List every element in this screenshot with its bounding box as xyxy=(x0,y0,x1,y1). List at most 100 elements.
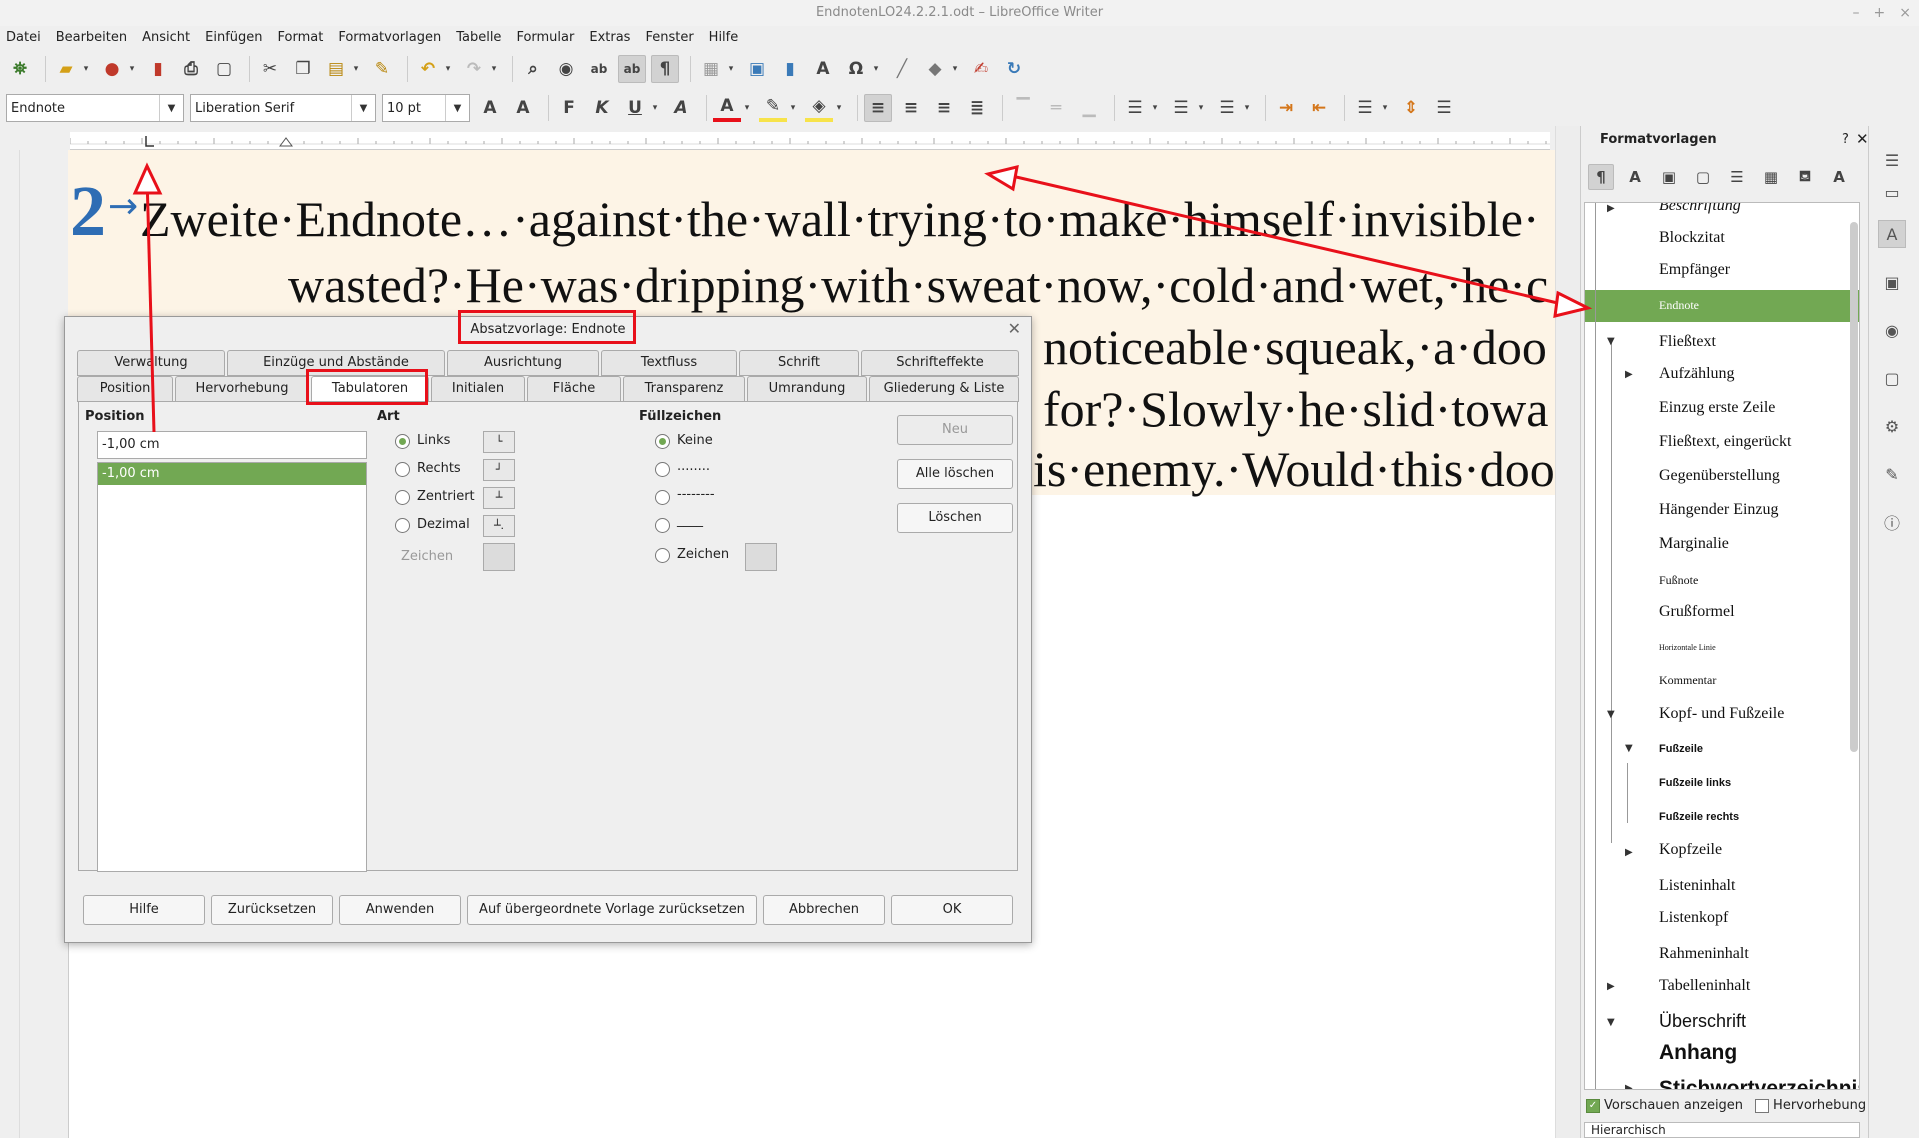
special-char-dropdown-icon[interactable]: ▾ xyxy=(870,55,882,83)
chevron-down-icon[interactable]: ▼ xyxy=(445,95,469,121)
expand-icon[interactable]: ▶ xyxy=(1607,203,1615,214)
open-folder-icon[interactable]: ▰ xyxy=(52,55,80,83)
style-item[interactable]: Empfänger xyxy=(1659,261,1730,279)
document-line-2[interactable]: wasted?·He·was·dripping·with·sweat·now,·… xyxy=(288,256,1548,314)
align-left-icon[interactable]: ≡ xyxy=(864,94,892,122)
style-list-scrollbar[interactable] xyxy=(1850,222,1858,752)
dialog-close-icon[interactable]: ✕ xyxy=(1008,319,1021,338)
menu-formular[interactable]: Formular xyxy=(516,30,574,45)
menu-fenster[interactable]: Fenster xyxy=(645,30,693,45)
menu-datei[interactable]: Datei xyxy=(6,30,41,45)
insert-image-icon[interactable]: ▣ xyxy=(743,55,771,83)
tab-hervorhebung[interactable]: Hervorhebung xyxy=(175,376,309,402)
frame-styles-icon[interactable]: ▣ xyxy=(1656,164,1682,190)
new-style-icon[interactable]: A xyxy=(1826,164,1852,190)
shading-dropdown-icon[interactable]: ▾ xyxy=(833,94,845,122)
bullet-list-icon[interactable]: ☰ xyxy=(1121,94,1149,122)
document-line-5[interactable]: is·enemy.·Would·this·doo xyxy=(1033,440,1555,498)
fill-dashes-radio[interactable] xyxy=(655,490,670,505)
character-shading-icon[interactable]: ◈ xyxy=(805,94,833,122)
shapes-dropdown-icon[interactable]: ▾ xyxy=(949,55,961,83)
page-deck-icon[interactable]: ▢ xyxy=(1878,364,1906,392)
paragraph-styles-icon[interactable]: ¶ xyxy=(1588,164,1614,190)
clone-formatting-icon[interactable]: ✎ xyxy=(368,55,396,83)
highlight-color-icon[interactable]: ✎ xyxy=(759,94,787,122)
style-item[interactable]: Kommentar xyxy=(1659,673,1716,688)
position-input[interactable]: -1,00 cm xyxy=(97,431,367,459)
manage-changes-deck-icon[interactable]: ✎ xyxy=(1878,460,1906,488)
style-item[interactable]: Gegenüberstellung xyxy=(1659,467,1780,485)
hilfe-button[interactable]: Hilfe xyxy=(83,895,205,925)
style-list[interactable]: ▶ Beschriftung Blockzitat Empfänger Endn… xyxy=(1584,202,1860,1090)
reset-to-parent-button[interactable]: Auf übergeordnete Vorlage zurücksetzen xyxy=(467,895,757,925)
copy-icon[interactable]: ❐ xyxy=(289,55,317,83)
fill-zeichen-radio[interactable] xyxy=(655,548,670,563)
table-styles-icon[interactable]: ▦ xyxy=(1758,164,1784,190)
underline-dropdown-icon[interactable]: ▾ xyxy=(649,94,661,122)
highlight-dropdown-icon[interactable]: ▾ xyxy=(787,94,799,122)
style-item[interactable]: Fußnote xyxy=(1659,573,1698,588)
redo-icon[interactable]: ↷ xyxy=(460,55,488,83)
font-color-dropdown-icon[interactable]: ▾ xyxy=(741,94,753,122)
style-item[interactable]: Beschriftung xyxy=(1659,203,1741,215)
collapse-icon[interactable]: ▼ xyxy=(1607,1017,1615,1028)
navigator-icon[interactable]: ⛯ xyxy=(6,55,34,83)
increase-indent-icon[interactable]: ⇥ xyxy=(1272,94,1300,122)
line-spacing-dropdown-icon[interactable]: ▾ xyxy=(1379,94,1391,122)
properties-deck-icon[interactable]: ▭ xyxy=(1878,178,1906,206)
insert-chart-icon[interactable]: ▮ xyxy=(776,55,804,83)
align-middle-icon[interactable]: ═ xyxy=(1042,94,1070,122)
style-filter-select[interactable]: Hierarchisch xyxy=(1584,1122,1860,1138)
preview-checkbox[interactable]: ✓ xyxy=(1586,1098,1600,1113)
art-rechts-radio[interactable] xyxy=(395,462,410,477)
horizontal-ruler[interactable] xyxy=(69,132,1550,150)
align-right-icon[interactable]: ≡ xyxy=(930,94,958,122)
style-item[interactable]: Marginalie xyxy=(1659,535,1729,553)
style-item[interactable]: Listenkopf xyxy=(1659,909,1728,927)
basic-shapes-icon[interactable]: ◆ xyxy=(921,55,949,83)
page-styles-icon[interactable]: ▢ xyxy=(1690,164,1716,190)
fill-dots-radio[interactable] xyxy=(655,462,670,477)
style-item[interactable]: Tabelleninhalt xyxy=(1659,977,1750,995)
spelling-icon[interactable]: ◉ xyxy=(552,55,580,83)
expand-icon[interactable]: ▶ xyxy=(1625,847,1633,858)
position-list-item[interactable]: -1,00 cm xyxy=(98,463,366,485)
anwenden-button[interactable]: Anwenden xyxy=(339,895,461,925)
style-item[interactable]: Rahmeninhalt xyxy=(1659,945,1749,963)
outline-dropdown-icon[interactable]: ▾ xyxy=(1241,94,1253,122)
font-color-icon[interactable]: A xyxy=(713,94,741,122)
undo-dropdown-icon[interactable]: ▾ xyxy=(442,55,454,83)
decrease-font-icon[interactable]: A xyxy=(509,94,537,122)
document-line-4[interactable]: for?·Slowly·he·slid·towa xyxy=(1043,380,1548,438)
style-item[interactable]: Aufzählung xyxy=(1659,365,1735,383)
justify-icon[interactable]: ≣ xyxy=(963,94,991,122)
deck-menu-icon[interactable]: ☰ xyxy=(1878,146,1906,174)
save-icon[interactable]: ● xyxy=(98,55,126,83)
table-dropdown-icon[interactable]: ▾ xyxy=(725,55,737,83)
paste-icon[interactable]: ▤ xyxy=(322,55,350,83)
close-window-button[interactable]: × xyxy=(1899,5,1911,21)
style-item[interactable]: Kopf- und Fußzeile xyxy=(1659,705,1784,723)
outline-list-icon[interactable]: ☰ xyxy=(1213,94,1241,122)
align-center-icon[interactable]: ≡ xyxy=(897,94,925,122)
ok-button[interactable]: OK xyxy=(891,895,1013,925)
design-deck-icon[interactable]: ⓘ xyxy=(1878,508,1906,536)
autocorrect-icon[interactable]: ab xyxy=(618,55,646,83)
tab-transparenz[interactable]: Transparenz xyxy=(623,376,745,402)
document-line-3[interactable]: noticeable·squeak,·a·doo xyxy=(1043,318,1547,376)
navigator-deck-icon[interactable]: ◉ xyxy=(1878,316,1906,344)
paragraph-dialog-icon[interactable]: ☰ xyxy=(1430,94,1458,122)
menu-einfuegen[interactable]: Einfügen xyxy=(205,30,262,45)
fill-format-icon[interactable]: ⛾ xyxy=(1792,164,1818,190)
tab-verwaltung[interactable]: Verwaltung xyxy=(77,350,225,376)
tab-gliederung[interactable]: Gliederung & Liste xyxy=(869,376,1019,402)
style-item[interactable]: Fußzeile rechts xyxy=(1659,811,1739,823)
style-item[interactable]: Stichwortverzeichnis xyxy=(1659,1077,1859,1089)
undo-icon[interactable]: ↶ xyxy=(414,55,442,83)
menu-format[interactable]: Format xyxy=(278,30,324,45)
style-item[interactable]: Fußzeile links xyxy=(1659,777,1731,789)
maximize-button[interactable]: + xyxy=(1874,5,1886,21)
style-item[interactable]: Grußformel xyxy=(1659,603,1735,621)
paragraph-style-combo[interactable]: Endnote ▼ xyxy=(6,94,184,122)
underline-icon[interactable]: U xyxy=(621,94,649,122)
